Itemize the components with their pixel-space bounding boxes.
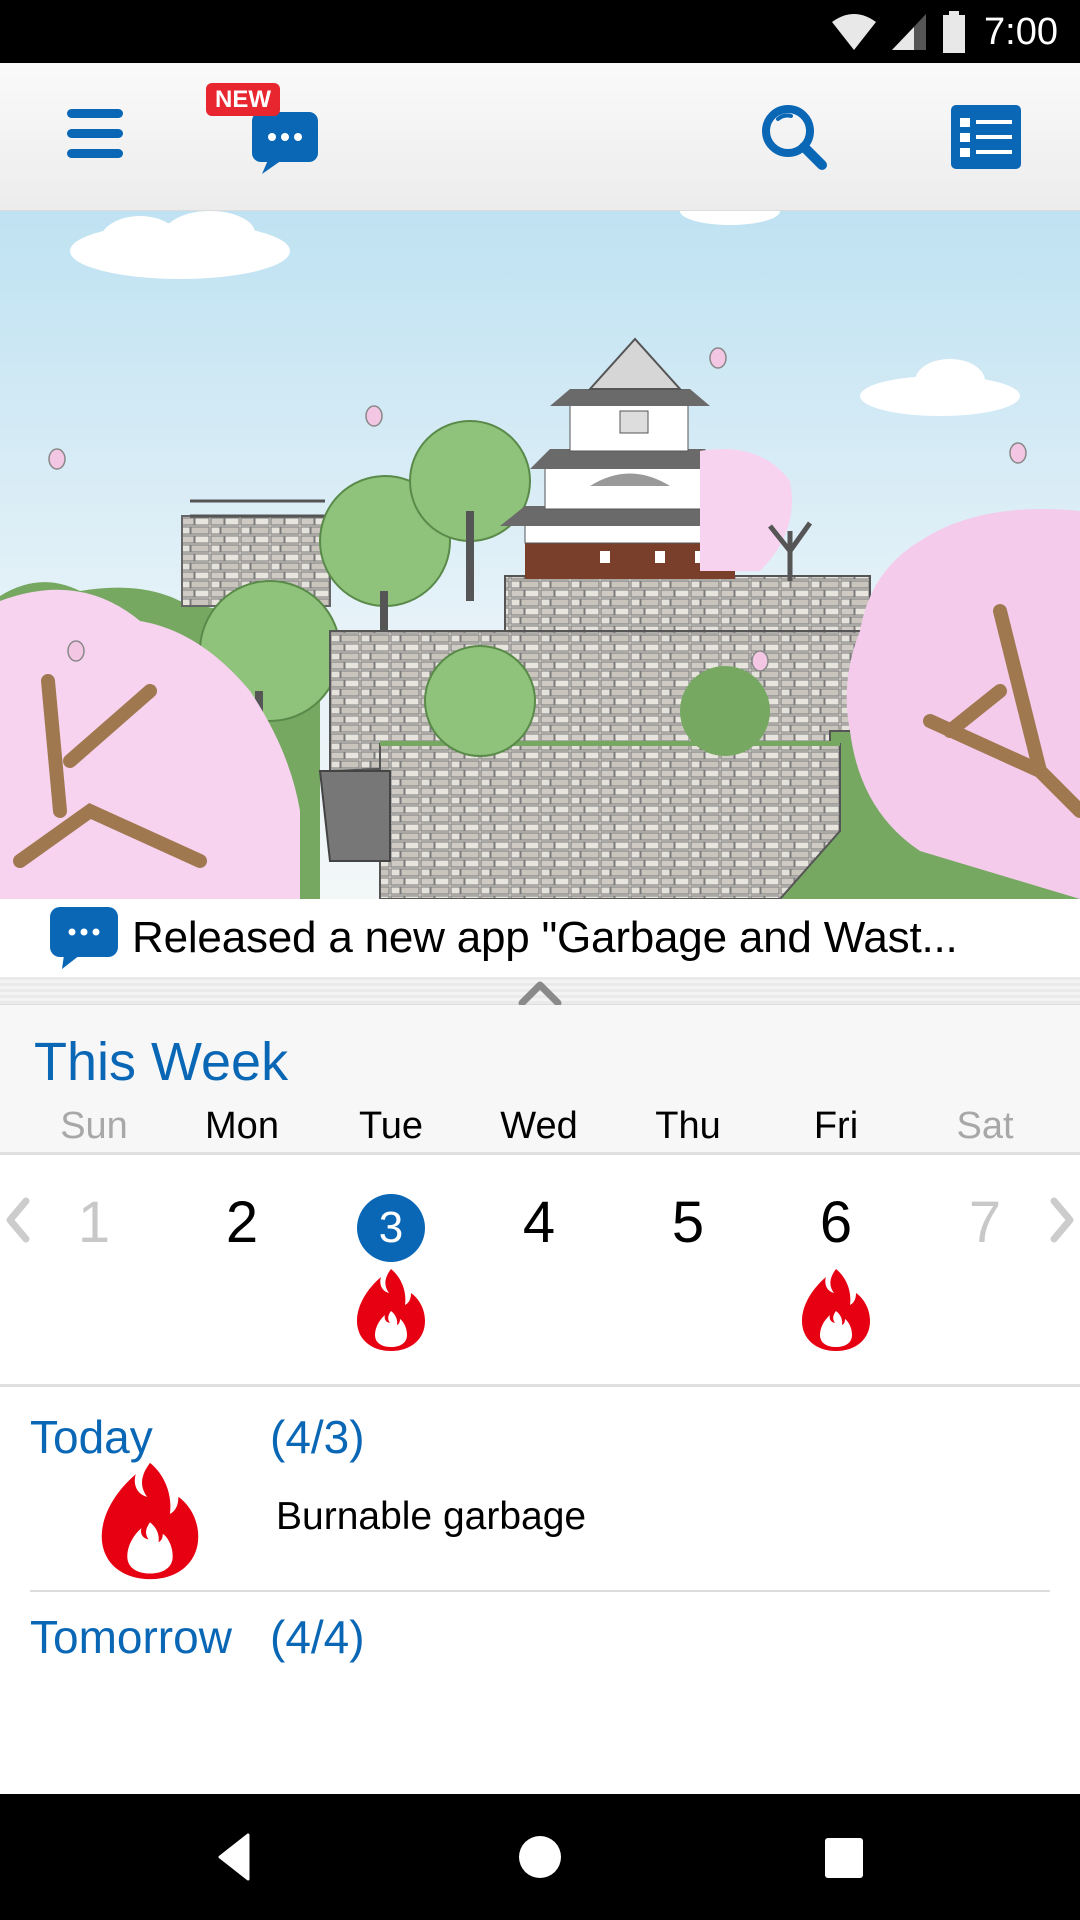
status-time: 7:00 bbox=[984, 10, 1058, 53]
dow-wed: Wed bbox=[500, 1105, 578, 1147]
chat-bubble-icon bbox=[252, 112, 318, 174]
dow-fri: Fri bbox=[813, 1105, 859, 1147]
dow-tue: Tue bbox=[358, 1105, 424, 1147]
app-bar: NEW bbox=[0, 63, 1080, 211]
week-dates: 1 2 3 4 5 6 7 bbox=[0, 1155, 1080, 1387]
date-cell-fri[interactable]: 6 bbox=[762, 1155, 910, 1387]
notice-text: Released a new app "Garbage and Wast... bbox=[132, 913, 958, 962]
divider bbox=[30, 1590, 1050, 1592]
search-icon bbox=[762, 105, 827, 170]
home-button[interactable] bbox=[510, 1827, 570, 1887]
date-number: 5 bbox=[671, 1190, 705, 1255]
dow-sat: Sat bbox=[956, 1105, 1014, 1147]
date-number: 6 bbox=[819, 1190, 853, 1255]
dow-sun: Sun bbox=[60, 1105, 128, 1147]
tomorrow-label: Tomorrow bbox=[30, 1611, 232, 1663]
battery-icon bbox=[943, 11, 966, 53]
next-week-button[interactable] bbox=[1048, 1195, 1078, 1245]
castle-banner-illustration[interactable] bbox=[0, 211, 1080, 899]
back-triangle-icon bbox=[218, 1833, 250, 1881]
date-number-today: 3 bbox=[317, 1185, 465, 1262]
date-number: 1 bbox=[77, 1190, 111, 1255]
recents-square-icon bbox=[825, 1838, 863, 1878]
wifi-icon bbox=[832, 14, 877, 50]
day-of-week-row: Sun Mon Tue Wed Thu Fri Sat bbox=[0, 1105, 1080, 1153]
back-button[interactable] bbox=[206, 1827, 266, 1887]
recents-button[interactable] bbox=[814, 1827, 874, 1887]
system-nav-bar bbox=[0, 1794, 1080, 1920]
today-date: (4/3) bbox=[270, 1411, 365, 1463]
dow-thu: Thu bbox=[655, 1105, 721, 1147]
today-garbage-type: Burnable garbage bbox=[276, 1495, 587, 1538]
date-number: 2 bbox=[225, 1190, 259, 1255]
chevron-up-icon bbox=[518, 981, 562, 1007]
date-number: 4 bbox=[522, 1190, 556, 1255]
list-view-button[interactable] bbox=[944, 99, 1028, 175]
date-number: 7 bbox=[968, 1190, 1002, 1255]
today-circle: 3 bbox=[357, 1194, 425, 1262]
burnable-flame-icon bbox=[357, 1269, 425, 1351]
collapse-handle[interactable] bbox=[0, 977, 1080, 1007]
status-bar: 7:00 bbox=[0, 0, 1080, 63]
collection-details: Today (4/3) Burnable garbage Tomorrow (4… bbox=[0, 1390, 1080, 1794]
search-button[interactable] bbox=[752, 99, 836, 175]
today-label: Today bbox=[30, 1411, 153, 1463]
home-circle-icon bbox=[519, 1836, 561, 1878]
hamburger-menu-icon bbox=[67, 109, 123, 158]
castle-scene-image bbox=[0, 211, 1080, 899]
date-cell-wed[interactable]: 4 bbox=[465, 1155, 613, 1387]
date-cell-sun[interactable]: 1 bbox=[20, 1155, 168, 1387]
chevron-right-icon bbox=[1050, 1197, 1074, 1243]
cell-signal-icon bbox=[892, 14, 927, 50]
list-view-icon bbox=[951, 105, 1021, 169]
date-cell-sat[interactable]: 7 bbox=[911, 1155, 1059, 1387]
week-header: This Week Sun Mon Tue Wed Thu Fri Sat bbox=[0, 1005, 1080, 1155]
chat-bubble-icon bbox=[50, 907, 118, 969]
burnable-flame-icon bbox=[802, 1269, 870, 1351]
tomorrow-date: (4/4) bbox=[270, 1611, 365, 1663]
burnable-flame-icon bbox=[101, 1462, 199, 1580]
news-notice[interactable]: Released a new app "Garbage and Wast... bbox=[0, 899, 1080, 977]
week-title: This Week bbox=[34, 1032, 289, 1092]
date-cell-thu[interactable]: 5 bbox=[614, 1155, 762, 1387]
new-badge: NEW bbox=[206, 83, 280, 116]
menu-button[interactable] bbox=[50, 99, 140, 169]
date-cell-mon[interactable]: 2 bbox=[168, 1155, 316, 1387]
date-cell-tue[interactable]: 3 bbox=[317, 1155, 465, 1387]
dow-mon: Mon bbox=[205, 1105, 279, 1147]
